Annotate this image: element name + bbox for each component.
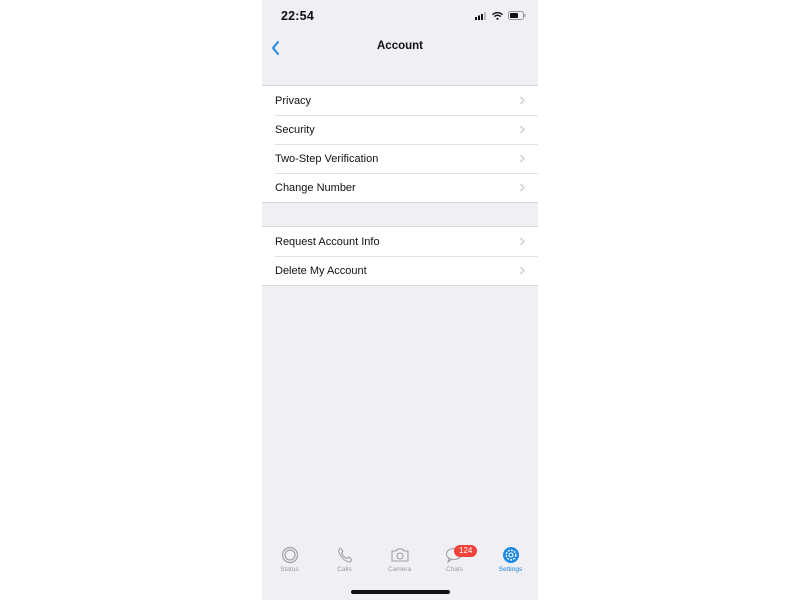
navigation-bar: Account <box>262 34 538 62</box>
row-label: Delete My Account <box>275 264 367 277</box>
status-time: 22:54 <box>281 9 314 23</box>
chevron-right-icon <box>520 183 525 192</box>
chevron-right-icon <box>520 237 525 246</box>
settings-row-privacy[interactable]: Privacy <box>262 86 538 115</box>
row-label: Request Account Info <box>275 235 380 248</box>
tab-settings[interactable]: Settings <box>483 546 538 582</box>
settings-row-security[interactable]: Security <box>262 115 538 144</box>
chevron-right-icon <box>520 96 525 105</box>
settings-row-delete-my-account[interactable]: Delete My Account <box>262 256 538 285</box>
chevron-right-icon <box>520 125 525 134</box>
status-bar: 22:54 <box>262 0 538 34</box>
chevron-right-icon <box>520 154 525 163</box>
status-icon <box>281 546 298 564</box>
tab-calls[interactable]: Calls <box>317 546 372 582</box>
gear-icon <box>502 547 519 563</box>
phone-icon <box>337 547 353 563</box>
unread-badge: 124 <box>454 545 478 557</box>
tab-label: Settings <box>498 566 523 573</box>
camera-icon <box>390 548 409 562</box>
settings-row-two-step-verification[interactable]: Two-Step Verification <box>262 144 538 173</box>
row-label: Two-Step Verification <box>275 152 379 165</box>
tab-camera[interactable]: Camera <box>372 546 427 582</box>
tab-label: Calls <box>337 566 352 573</box>
account-settings-group: Privacy Security Two-Step Verification C… <box>262 85 538 203</box>
tab-label: Camera <box>387 566 412 573</box>
tab-label: Chats <box>446 566 463 573</box>
tab-chats[interactable]: 124 Chats <box>427 545 482 582</box>
row-label: Security <box>275 123 315 136</box>
page-title: Account <box>377 40 423 52</box>
chevron-right-icon <box>520 266 525 275</box>
tab-label: Status <box>280 566 299 573</box>
row-label: Change Number <box>275 181 356 194</box>
account-data-group: Request Account Info Delete My Account <box>262 226 538 286</box>
wifi-icon <box>492 11 503 20</box>
home-indicator[interactable] <box>351 590 450 594</box>
phone-screen: 22:54 Account Privacy Security Two-Step … <box>262 0 538 600</box>
battery-icon <box>508 11 526 20</box>
row-label: Privacy <box>275 94 312 107</box>
tab-status[interactable]: Status <box>262 546 317 582</box>
settings-row-change-number[interactable]: Change Number <box>262 173 538 202</box>
cellular-signal-icon <box>475 11 486 20</box>
settings-row-request-account-info[interactable]: Request Account Info <box>262 227 538 256</box>
status-icons <box>475 11 526 20</box>
